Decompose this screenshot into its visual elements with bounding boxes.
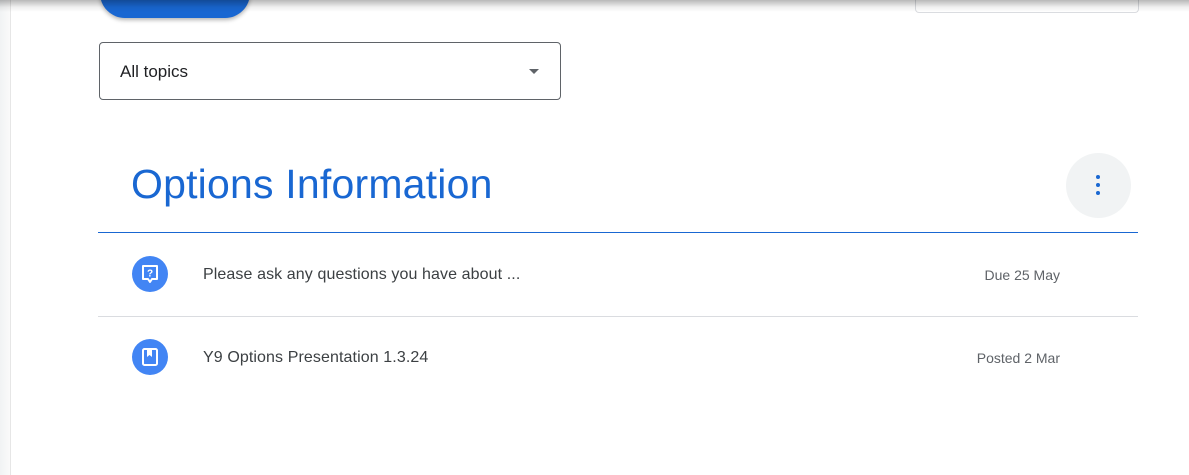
classwork-page: All topics Options Information ? Please … (0, 0, 1189, 475)
topic-filter-value: All topics (120, 62, 189, 81)
more-vert-icon-dot (1096, 183, 1100, 187)
left-edge (0, 0, 11, 475)
item-title[interactable]: Y9 Options Presentation 1.3.24 (203, 349, 428, 367)
more-vert-icon (1096, 175, 1100, 179)
item-due-date: Due 25 May (984, 267, 1060, 283)
question-icon: ? (132, 256, 168, 292)
item-posted-date: Posted 2 Mar (976, 350, 1060, 366)
more-vert-icon-dot (1096, 191, 1100, 195)
topic-title: Options Information (131, 161, 493, 207)
topic-filter-select[interactable]: All topics (99, 42, 561, 100)
classwork-item-question[interactable]: ? Please ask any questions you have abou… (98, 234, 1138, 316)
svg-text:?: ? (147, 269, 153, 280)
header-shadow (0, 0, 1189, 12)
item-title[interactable]: Please ask any questions you have about … (203, 266, 520, 284)
topic-more-options-button[interactable] (1066, 153, 1131, 218)
material-icon (132, 339, 168, 375)
topic-divider (98, 232, 1138, 233)
dropdown-arrow-icon[interactable] (529, 69, 539, 74)
classwork-item-material[interactable]: Y9 Options Presentation 1.3.24 Posted 2 … (98, 317, 1138, 399)
